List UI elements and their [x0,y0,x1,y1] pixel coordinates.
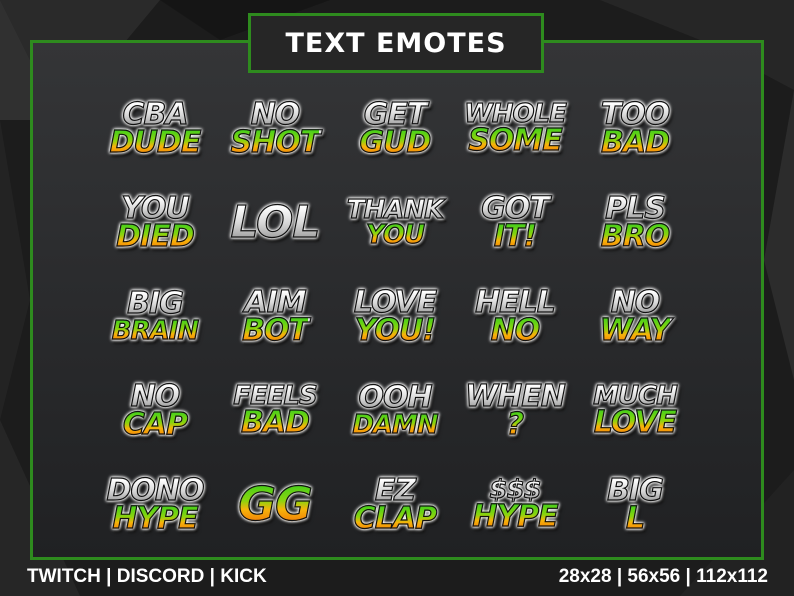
emote-bottom-text: L [625,501,645,536]
emote-no-shot: NO SHOT [215,82,335,176]
emote-lol: LOL [215,176,335,270]
emote-dono-hype: DONO HYPE [95,458,215,552]
emote-you-died: YOU DIED [95,176,215,270]
emote-bottom-text: GUD [359,125,432,160]
emote-bottom-text: HYPE [472,499,560,535]
emote-bottom-text: SOME [468,123,564,159]
emote-get-gud: GET GUD [335,82,455,176]
emote-bottom-text: YOU! [354,313,436,348]
emote-bottom-text: BRO [600,219,671,254]
emote-bottom-text: CLAP [353,501,438,536]
emote-thank-you: THANK YOU [335,176,455,270]
emote-top-text: OOH [358,380,433,416]
emote-big-l: BIG L [575,458,695,552]
emote-top-text: LOL [230,197,321,249]
emote-bottom-text: CAP [122,407,188,442]
emote-bottom-text: BRAIN [111,315,200,346]
emote-big-brain: BIG BRAIN [95,270,215,364]
emote-no-cap: NO CAP [95,364,215,458]
sizes-label: 28x28 | 56x56 | 112x112 [558,566,768,587]
page-title: TEXT EMOTES [285,27,507,59]
emote-feels-bad: FEELS BAD [215,364,335,458]
emote-top-text: BIG [127,286,185,322]
emote-aim-bot: AIM BOT [215,270,335,364]
title-banner: TEXT EMOTES [248,13,544,73]
emote-bottom-text: BOT [241,313,309,348]
emote-bottom-text: BAD [600,125,670,160]
footer: TWITCH | DISCORD | KICK 28x28 | 56x56 | … [0,562,794,596]
emote-too-bad: TOO BAD [575,82,695,176]
emote-ooh-damn: OOH DAMN [335,364,455,458]
emote-money-hype: $$$ HYPE [455,458,575,552]
emote-hell-no: HELL NO [455,270,575,364]
emote-gg: GG [215,458,335,552]
emote-bottom-text: NO [490,313,541,348]
platforms-label: TWITCH | DISCORD | KICK [27,566,267,587]
emote-bottom-text: IT! [493,219,538,254]
emote-bottom-text: DAMN [352,409,440,440]
emote-love-you: LOVE YOU! [335,270,455,364]
emote-bottom-text: ? [506,407,525,442]
emote-bottom-text: SHOT [230,125,321,160]
emote-whole-some: WHOLE SOME [455,82,575,176]
emote-bottom-text: DUDE [109,125,202,160]
emote-when: WHEN? [455,364,575,458]
emote-bottom-text: DIED [116,219,196,254]
emote-pls-bro: PLS BRO [575,176,695,270]
emote-no-way: NO WAY [575,270,695,364]
emote-bottom-text: BAD [240,405,310,441]
emote-much-love: MUCH LOVE [575,364,695,458]
emote-bottom-text: YOU [365,220,425,250]
emote-got-it: GOT IT! [455,176,575,270]
emote-grid: CBA DUDE NO SHOT GET GUD WHOLE SOME TOO BAD Y… [95,82,695,552]
emote-bottom-text: WAY [599,313,672,348]
emote-ez-clap: EZ CLAP [335,458,455,552]
emote-bottom-text: HYPE [112,501,200,536]
emote-bottom-text: LOVE [593,405,677,441]
emote-cba-dude: CBA DUDE [95,82,215,176]
emote-bottom-text: GG [238,477,314,532]
